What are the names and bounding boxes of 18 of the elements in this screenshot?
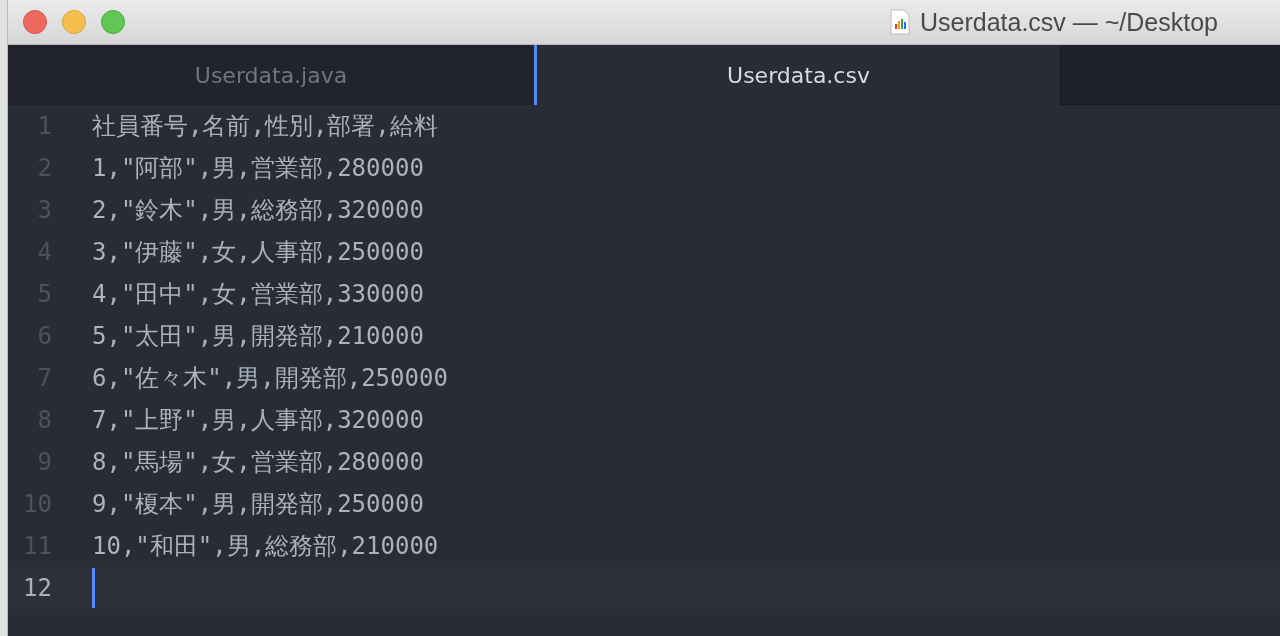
code-line: 4,"田中",女,営業部,330000 — [92, 279, 424, 310]
code-line: 3,"伊藤",女,人事部,250000 — [92, 237, 424, 268]
code-line: 5,"太田",男,開発部,210000 — [92, 321, 424, 352]
code-line: 1,"阿部",男,営業部,280000 — [92, 153, 424, 184]
minimize-button[interactable] — [62, 10, 86, 34]
code-line: 6,"佐々木",男,開発部,250000 — [92, 363, 448, 394]
chart-file-icon — [889, 9, 910, 35]
code-line: 社員番号,名前,性別,部署,給料 — [92, 111, 438, 142]
close-button[interactable] — [23, 10, 47, 34]
window-title: Userdata.csv — ~/Desktop — [919, 7, 1218, 37]
code-line: 10,"和田",男,総務部,210000 — [92, 531, 439, 562]
code-line: 2,"鈴木",男,総務部,320000 — [92, 195, 424, 226]
text-cursor — [92, 568, 95, 608]
zoom-button[interactable] — [101, 10, 125, 34]
code-line: 7,"上野",男,人事部,320000 — [92, 405, 424, 436]
code-line: 9,"榎本",男,開発部,250000 — [92, 489, 424, 520]
code-line: 8,"馬場",女,営業部,280000 — [92, 447, 424, 478]
line-number: 12 — [22, 574, 52, 602]
